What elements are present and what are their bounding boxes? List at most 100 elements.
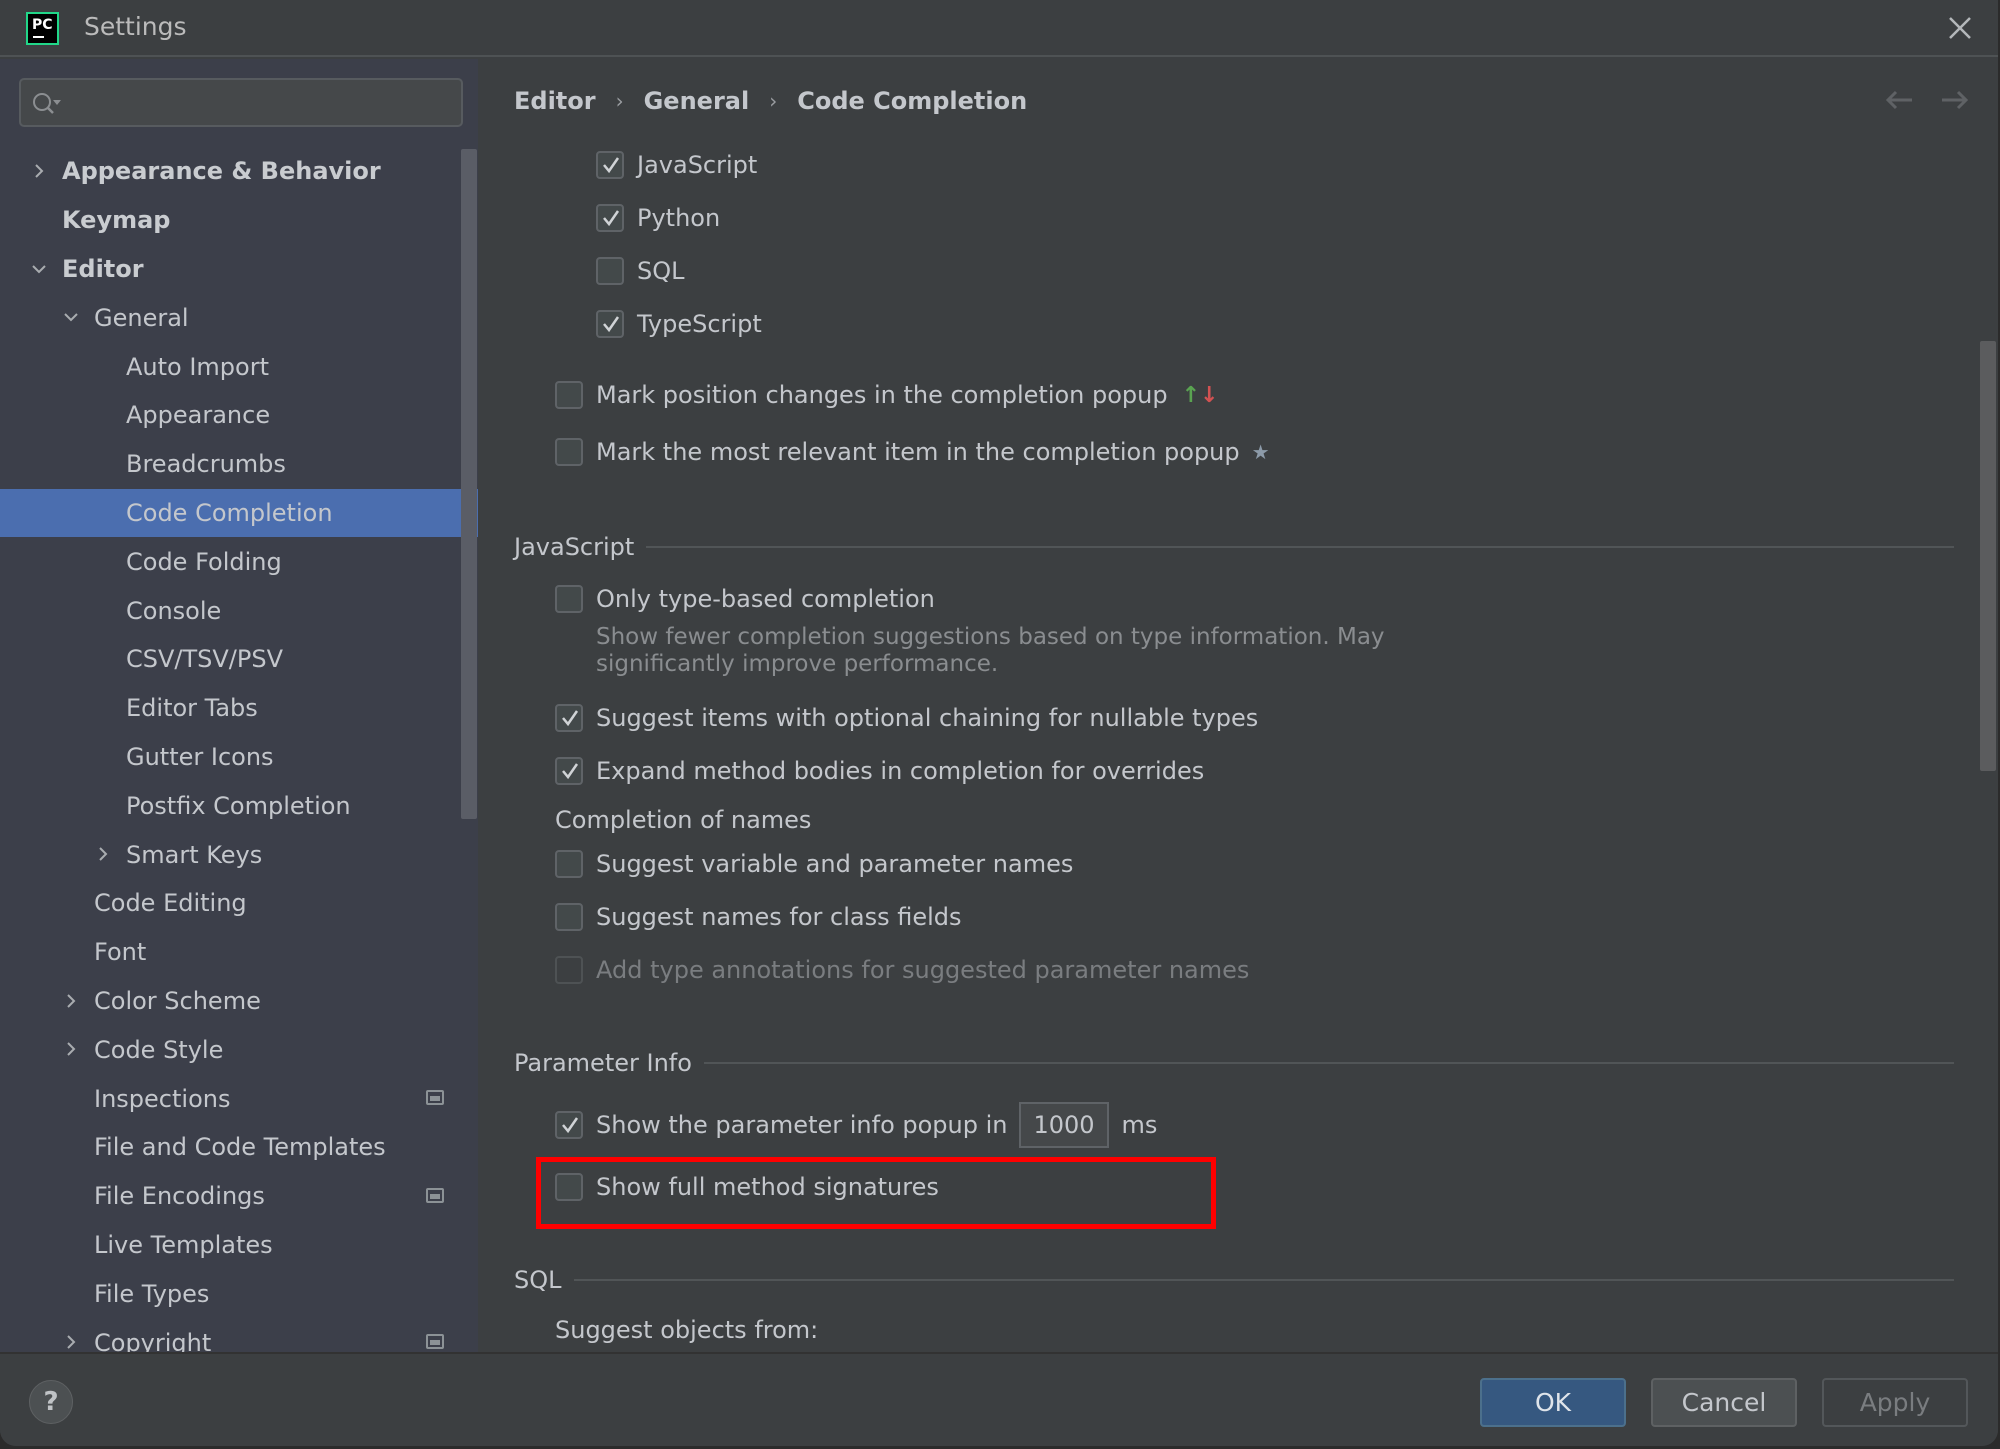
expand-method-bodies-option[interactable]: Expand method bodies in completion for o…: [555, 757, 1204, 785]
checkbox[interactable]: [596, 257, 624, 285]
sidebar-item-csv-tsv-psv[interactable]: CSV/TSV/PSV: [0, 635, 478, 684]
sidebar-item-label: Editor Tabs: [126, 694, 258, 723]
checkbox[interactable]: [555, 704, 583, 732]
ok-button[interactable]: OK: [1480, 1378, 1626, 1427]
logo-text: PC: [32, 17, 53, 33]
checkbox[interactable]: [555, 850, 583, 878]
sidebar-item-label: Smart Keys: [126, 840, 263, 869]
sidebar-item-file-types[interactable]: File Types: [0, 1269, 478, 1318]
sidebar-item-editor[interactable]: Editor: [0, 245, 478, 294]
suggest-variable-names-option[interactable]: Suggest variable and parameter names: [555, 850, 1073, 878]
sidebar-item-label: Inspections: [94, 1084, 231, 1113]
chevron-right-icon[interactable]: [30, 162, 48, 180]
sidebar-item-code-folding[interactable]: Code Folding: [0, 537, 478, 586]
chevron-right-icon[interactable]: [62, 1040, 80, 1058]
checkbox[interactable]: [596, 310, 624, 338]
checkbox-label: Python: [637, 204, 721, 232]
sidebar-item-auto-import[interactable]: Auto Import: [0, 342, 478, 391]
checkmark-icon: [603, 157, 620, 174]
checkbox[interactable]: [596, 204, 624, 232]
language-checkbox-sql[interactable]: SQL: [596, 257, 685, 285]
checkbox-label: SQL: [637, 257, 685, 285]
close-button[interactable]: [1944, 12, 1976, 44]
sidebar-item-file-and-code-templates[interactable]: File and Code Templates: [0, 1123, 478, 1172]
sidebar-item-console[interactable]: Console: [0, 586, 478, 635]
sidebar-item-appearance-behavior[interactable]: Appearance & Behavior: [0, 147, 478, 196]
search-input[interactable]: [19, 78, 463, 127]
chevron-right-icon[interactable]: [62, 1333, 80, 1351]
chevron-down-icon[interactable]: [62, 308, 80, 326]
checkbox-label: Mark position changes in the completion …: [596, 381, 1168, 409]
checkbox-label: Suggest variable and parameter names: [596, 850, 1074, 878]
checkbox[interactable]: [555, 903, 583, 931]
language-checkbox-typescript[interactable]: TypeScript: [596, 310, 762, 338]
section-parameter-info: Parameter Info: [514, 1049, 1954, 1077]
checkbox[interactable]: [555, 381, 583, 409]
section-divider: [573, 1279, 1954, 1281]
sidebar-item-editor-tabs[interactable]: Editor Tabs: [0, 684, 478, 733]
checkbox[interactable]: [555, 1173, 583, 1201]
show-parameter-popup-option[interactable]: Show the parameter info popup in 1000 ms: [555, 1102, 1157, 1148]
show-full-method-signatures-option[interactable]: Show full method signatures: [555, 1173, 939, 1201]
checkbox[interactable]: [596, 151, 624, 179]
sidebar-item-color-scheme[interactable]: Color Scheme: [0, 977, 478, 1026]
breadcrumb-item-general[interactable]: General: [644, 87, 750, 115]
section-title: Parameter Info: [514, 1049, 692, 1077]
sidebar-item-code-completion[interactable]: Code Completion: [0, 488, 478, 538]
sidebar-item-copyright[interactable]: Copyright: [0, 1318, 478, 1352]
apply-button[interactable]: Apply: [1822, 1378, 1968, 1427]
chevron-right-icon[interactable]: [62, 992, 80, 1010]
sidebar-item-live-templates[interactable]: Live Templates: [0, 1221, 478, 1270]
subsection-title: Completion of names: [555, 806, 812, 834]
sidebar-item-font[interactable]: Font: [0, 928, 478, 977]
breadcrumb-separator-icon: ›: [615, 89, 624, 113]
optional-chaining-option[interactable]: Suggest items with optional chaining for…: [555, 704, 1258, 732]
sidebar-item-gutter-icons[interactable]: Gutter Icons: [0, 733, 478, 782]
sidebar-item-label: Copyright: [94, 1328, 212, 1352]
sidebar-item-smart-keys[interactable]: Smart Keys: [0, 830, 478, 879]
sidebar-scrollbar[interactable]: [461, 149, 477, 819]
forward-arrow-icon[interactable]: [1938, 85, 1972, 115]
checkmark-icon: [562, 763, 579, 780]
sidebar-item-label: Gutter Icons: [126, 742, 274, 771]
sidebar-item-general[interactable]: General: [0, 293, 478, 342]
sidebar-item-label: Code Completion: [126, 498, 333, 527]
only-type-based-option[interactable]: Only type-based completion: [555, 585, 935, 613]
back-arrow-icon[interactable]: [1882, 85, 1916, 115]
sidebar-item-postfix-completion[interactable]: Postfix Completion: [0, 781, 478, 830]
language-checkbox-javascript[interactable]: JavaScript: [596, 151, 757, 179]
sidebar-item-appearance[interactable]: Appearance: [0, 391, 478, 440]
sidebar-item-label: Console: [126, 596, 222, 625]
section-divider: [703, 1062, 1954, 1064]
checkbox[interactable]: [555, 438, 583, 466]
help-button[interactable]: ?: [29, 1380, 73, 1424]
checkmark-icon: [603, 316, 620, 333]
section-sql: SQL: [514, 1266, 1954, 1294]
sidebar-item-inspections[interactable]: Inspections: [0, 1074, 478, 1123]
checkbox[interactable]: [555, 1111, 583, 1139]
popup-delay-input[interactable]: 1000: [1019, 1102, 1110, 1148]
checkbox-label: JavaScript: [637, 151, 758, 179]
sidebar-item-code-style[interactable]: Code Style: [0, 1025, 478, 1074]
suggest-class-fields-option[interactable]: Suggest names for class fields: [555, 903, 962, 931]
content-scrollbar[interactable]: [1980, 341, 1996, 771]
settings-content: Editor › General › Code Completion JavaS…: [478, 59, 1998, 1352]
mark-most-relevant-option[interactable]: Mark the most relevant item in the compl…: [555, 438, 1270, 466]
language-checkbox-python[interactable]: Python: [596, 204, 720, 232]
breadcrumb-item-editor[interactable]: Editor: [514, 87, 596, 115]
sidebar-item-label: Keymap: [62, 206, 171, 235]
chevron-down-icon[interactable]: [30, 260, 48, 278]
mark-position-changes-option[interactable]: Mark position changes in the completion …: [555, 381, 1218, 409]
cancel-button[interactable]: Cancel: [1651, 1378, 1797, 1427]
checkbox[interactable]: [555, 585, 583, 613]
settings-tree: Appearance & Behavior Keymap Editor General…: [0, 147, 478, 1352]
sidebar-item-label: Breadcrumbs: [126, 450, 286, 479]
sidebar-item-code-editing[interactable]: Code Editing: [0, 879, 478, 928]
checkbox[interactable]: [555, 757, 583, 785]
only-type-based-hint: Show fewer completion suggestions based …: [596, 624, 1385, 677]
sidebar-item-breadcrumbs[interactable]: Breadcrumbs: [0, 440, 478, 489]
sidebar-item-file-encodings[interactable]: File Encodings: [0, 1172, 478, 1221]
chevron-right-icon[interactable]: [94, 845, 112, 863]
sidebar-item-keymap[interactable]: Keymap: [0, 196, 478, 245]
search-icon[interactable]: [31, 91, 63, 117]
